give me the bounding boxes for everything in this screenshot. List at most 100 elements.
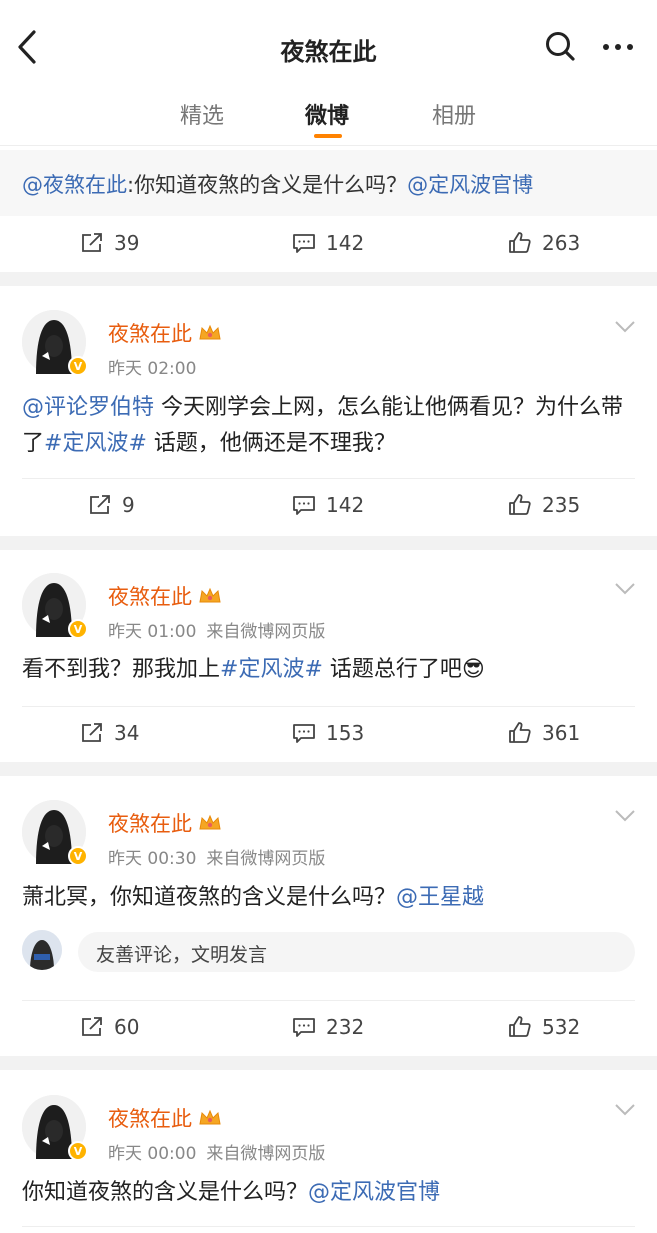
crown-icon [199, 324, 221, 340]
post-meta: 昨天 02:00 [108, 354, 196, 379]
repost-button[interactable]: 34 [80, 706, 139, 760]
repost-text: :你知道夜煞的含义是什么吗？ [127, 173, 408, 197]
comment-button[interactable]: 142 [292, 216, 364, 270]
verified-badge-icon: V [68, 356, 88, 376]
repost-count: 9 [122, 493, 135, 517]
mention-link[interactable]: @评论罗伯特 [22, 395, 154, 420]
section-separator [0, 762, 657, 776]
comment-icon [293, 234, 315, 253]
verified-badge-icon: V [68, 846, 88, 866]
post-text: @评论罗伯特 今天刚学会上网，怎么能让他俩看见？为什么带了#定风波# 话题，他俩… [22, 395, 624, 456]
chevron-down-icon[interactable] [614, 809, 636, 823]
like-count: 361 [542, 721, 581, 745]
section-separator [0, 536, 657, 550]
tab-album[interactable]: 相册 [432, 98, 476, 130]
crown-icon [199, 587, 221, 603]
comment-button[interactable]: 142 [292, 478, 364, 532]
comment-count: 232 [326, 1015, 365, 1039]
mention-link[interactable]: @王星越 [396, 885, 484, 910]
chevron-down-icon[interactable] [614, 320, 636, 334]
thumbs-up-icon [509, 232, 531, 253]
avatar[interactable]: V [22, 1095, 88, 1161]
avatar[interactable]: V [22, 573, 88, 639]
user-avatar-icon [22, 930, 62, 970]
repost-icon [82, 723, 102, 742]
repost-button[interactable]: 60 [80, 1000, 139, 1054]
sunglasses-emoji-icon: 😎 [461, 657, 485, 682]
verified-badge-icon: V [68, 1141, 88, 1161]
repost-button[interactable]: 9 [88, 478, 135, 532]
post-time: 昨天 00:00 [108, 1144, 197, 1164]
repost-count: 39 [114, 231, 140, 255]
post-time: 昨天 01:00 [108, 622, 197, 642]
username[interactable]: 夜煞在此 [108, 318, 222, 348]
repost-icon [82, 233, 102, 252]
like-count: 263 [542, 231, 581, 255]
post-actions: 60 232 532 [0, 1000, 657, 1054]
thumbs-up-icon [509, 1016, 531, 1037]
post-text: 你知道夜煞的含义是什么吗？@定风波官博 [22, 1180, 441, 1205]
divider [22, 1226, 635, 1227]
mention-link[interactable]: @定风波官博 [407, 173, 533, 197]
post-source: 来自微博网页版 [206, 622, 326, 642]
username[interactable]: 夜煞在此 [108, 808, 222, 838]
post-meta: 昨天 00:00 来自微博网页版 [108, 1139, 325, 1164]
comment-count: 142 [326, 493, 365, 517]
post-actions: 39 142 263 [0, 216, 657, 270]
avatar[interactable]: V [22, 310, 88, 376]
tab-weibo[interactable]: 微博 [305, 98, 349, 130]
post-text: 萧北冥，你知道夜煞的含义是什么吗？@王星越 [22, 885, 485, 910]
comment-count: 153 [326, 721, 365, 745]
repost-count: 60 [114, 1015, 140, 1039]
username[interactable]: 夜煞在此 [108, 581, 222, 611]
comment-icon [293, 724, 315, 743]
chevron-down-icon[interactable] [614, 582, 636, 596]
comment-icon [293, 496, 315, 515]
like-button[interactable]: 235 [508, 478, 580, 532]
comment-icon [293, 1018, 315, 1037]
post-meta: 昨天 01:00 来自微博网页版 [108, 617, 325, 642]
verified-badge-icon: V [68, 619, 88, 639]
avatar[interactable]: V [22, 800, 88, 866]
repost-button[interactable]: 39 [80, 216, 139, 270]
username[interactable]: 夜煞在此 [108, 1103, 222, 1133]
repost-quote[interactable]: @夜煞在此:你知道夜煞的含义是什么吗？@定风波官博 [0, 150, 657, 216]
crown-icon [199, 814, 221, 830]
commenter-avatar [22, 930, 62, 970]
thumbs-up-icon [509, 494, 531, 515]
post-actions: 9 142 235 [0, 478, 657, 532]
more-dots-icon[interactable] [600, 32, 636, 62]
repost-icon [90, 495, 110, 514]
post-source: 来自微博网页版 [206, 1144, 326, 1164]
profile-tabs: 精选 微博 相册 [0, 82, 657, 146]
mention-link[interactable]: @定风波官博 [308, 1180, 440, 1205]
like-button[interactable]: 532 [508, 1000, 580, 1054]
tab-featured[interactable]: 精选 [180, 98, 224, 130]
section-separator [0, 1056, 657, 1070]
post-time: 昨天 02:00 [108, 359, 197, 379]
like-button[interactable]: 263 [508, 216, 580, 270]
thumbs-up-icon [509, 722, 531, 743]
repost-icon [82, 1017, 102, 1036]
comment-button[interactable]: 232 [292, 1000, 364, 1054]
crown-icon [199, 1109, 221, 1125]
like-count: 532 [542, 1015, 581, 1039]
section-separator [0, 272, 657, 286]
post-text: 看不到我？那我加上#定风波# 话题总行了吧😎 [22, 657, 485, 682]
chevron-down-icon[interactable] [614, 1103, 636, 1117]
repost-count: 34 [114, 721, 140, 745]
post-source: 来自微博网页版 [206, 849, 326, 869]
post-time: 昨天 00:30 [108, 849, 197, 869]
tab-active-indicator [314, 134, 342, 138]
search-icon[interactable] [544, 30, 576, 64]
comment-input[interactable]: 友善评论，文明发言 [78, 932, 635, 972]
hashtag-link[interactable]: #定风波# [220, 657, 323, 682]
comment-button[interactable]: 153 [292, 706, 364, 760]
like-button[interactable]: 361 [508, 706, 580, 760]
hashtag-link[interactable]: #定风波# [44, 431, 147, 456]
mention-link[interactable]: @夜煞在此 [22, 173, 127, 197]
comment-count: 142 [326, 231, 365, 255]
post-meta: 昨天 00:30 来自微博网页版 [108, 844, 325, 869]
post-actions: 34 153 361 [0, 706, 657, 760]
like-count: 235 [542, 493, 581, 517]
